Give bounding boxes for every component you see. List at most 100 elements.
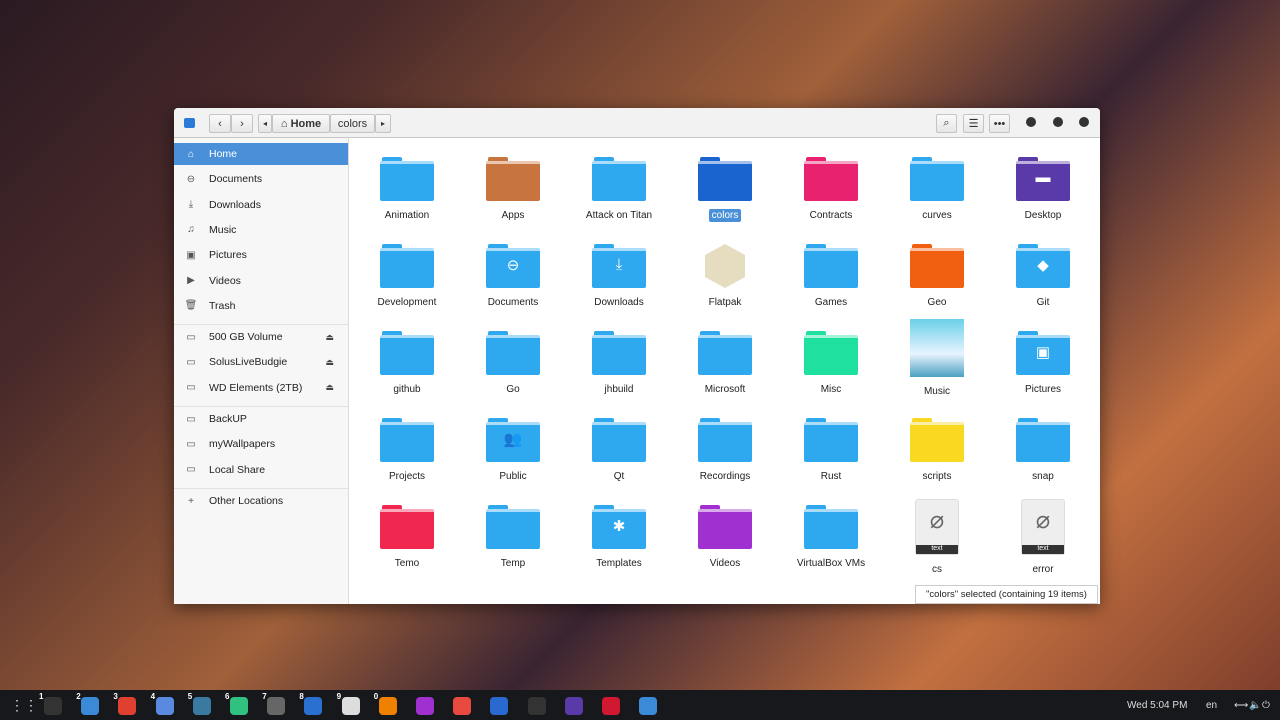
file-item[interactable]: jhbuild bbox=[569, 331, 669, 397]
folder-icon bbox=[592, 418, 646, 462]
sidebar-item-bookmark-1[interactable]: ▭ myWallpapers bbox=[174, 433, 348, 455]
sidebar-item-device-0[interactable]: ▭ 500 GB Volume ⏏ bbox=[174, 326, 348, 348]
file-item[interactable]: Misc bbox=[781, 331, 881, 397]
text-file-icon: ⌀ text bbox=[915, 499, 959, 555]
file-item[interactable]: snap bbox=[993, 418, 1093, 484]
file-item[interactable]: ⌀ text cs bbox=[887, 499, 987, 577]
file-item[interactable]: Attack on Titan bbox=[569, 157, 669, 223]
breadcrumb-colors[interactable]: colors bbox=[330, 114, 375, 133]
close-button[interactable] bbox=[1079, 117, 1089, 127]
taskbar-app[interactable]: 3 bbox=[113, 692, 137, 715]
file-item[interactable]: Temo bbox=[357, 505, 457, 571]
file-item[interactable]: Apps bbox=[463, 157, 563, 223]
sidebar-item-device-2[interactable]: ▭ WD Elements (2TB) ⏏ bbox=[174, 377, 348, 399]
file-name: Flatpak bbox=[708, 297, 742, 308]
file-item[interactable]: ▬ Desktop bbox=[993, 157, 1093, 223]
file-item[interactable]: Go bbox=[463, 331, 563, 397]
file-item[interactable]: ⌀ text error bbox=[993, 499, 1093, 577]
menu-button[interactable]: ••• bbox=[989, 114, 1010, 133]
status-overlay: "colors" selected (containing 19 items) bbox=[915, 585, 1098, 604]
file-name: Contracts bbox=[809, 210, 853, 221]
taskbar-app[interactable] bbox=[602, 697, 620, 715]
sidebar-item-pictures[interactable]: ▣ Pictures bbox=[174, 244, 348, 266]
file-name: Qt bbox=[613, 471, 625, 482]
file-item[interactable]: Qt bbox=[569, 418, 669, 484]
taskbar-app[interactable] bbox=[639, 697, 658, 715]
file-item[interactable]: 👥 Public bbox=[463, 418, 563, 484]
taskbar-app[interactable] bbox=[564, 697, 583, 715]
clock[interactable]: Wed 5:04 PM bbox=[1127, 700, 1187, 711]
shortcut-number: 7 bbox=[262, 692, 267, 701]
file-item[interactable]: Flatpak bbox=[675, 244, 775, 310]
file-item[interactable]: Videos bbox=[675, 505, 775, 571]
sidebar-item-device-1[interactable]: ▭ SolusLiveBudgie ⏏ bbox=[174, 351, 348, 373]
file-item[interactable]: Contracts bbox=[781, 157, 881, 223]
file-item[interactable]: ✱ Templates bbox=[569, 505, 669, 571]
file-item[interactable]: Rust bbox=[781, 418, 881, 484]
path-scroll-left[interactable]: ◂ bbox=[258, 114, 272, 133]
file-item[interactable]: Microsoft bbox=[675, 331, 775, 397]
taskbar-app[interactable]: 7 bbox=[262, 692, 286, 715]
file-item[interactable]: Animation bbox=[357, 157, 457, 223]
taskbar-app[interactable]: 4 bbox=[151, 692, 174, 715]
sidebar-item-trash[interactable]: 🗑 Trash bbox=[174, 295, 348, 317]
file-item[interactable]: curves bbox=[887, 157, 987, 223]
breadcrumb-home[interactable]: ⌂ Home bbox=[272, 114, 330, 133]
sidebar: ⌂ Home ⊖ Documents ⤓ Downloads ♫ Music ▣ Pictures… bbox=[174, 138, 349, 604]
shortcut-number: 3 bbox=[113, 692, 118, 701]
search-button[interactable]: ⌕ bbox=[936, 114, 957, 133]
taskbar-app[interactable]: 8 bbox=[299, 692, 323, 715]
file-item[interactable]: Temp bbox=[463, 505, 563, 571]
volume-icon[interactable]: 🔈 bbox=[1249, 700, 1261, 711]
network-icon[interactable]: ⟷ bbox=[1234, 700, 1248, 711]
power-icon[interactable]: ⏻ bbox=[1262, 700, 1270, 711]
taskbar-app[interactable]: 2 bbox=[76, 692, 100, 715]
file-item[interactable]: VirtualBox VMs bbox=[781, 505, 881, 571]
folder-icon bbox=[486, 505, 540, 549]
file-item[interactable]: Development bbox=[357, 244, 457, 310]
file-item[interactable]: Games bbox=[781, 244, 881, 310]
view-toggle-button[interactable]: ☰ bbox=[963, 114, 984, 133]
sidebar-item-bookmark-2[interactable]: ▭ Local Share bbox=[174, 459, 348, 481]
minimize-button[interactable] bbox=[1026, 117, 1036, 127]
other-locations-icon: + bbox=[188, 495, 194, 507]
folder-icon: ⤓ bbox=[592, 244, 646, 288]
eject-icon[interactable]: ⏏ bbox=[325, 332, 334, 343]
taskbar-app[interactable]: 0 bbox=[374, 692, 397, 715]
language-indicator[interactable]: en bbox=[1206, 700, 1217, 711]
eject-icon[interactable]: ⏏ bbox=[325, 357, 334, 368]
path-scroll-right[interactable]: ▸ bbox=[375, 114, 391, 133]
back-button[interactable]: ‹ bbox=[209, 114, 231, 133]
taskbar-app[interactable] bbox=[416, 697, 434, 715]
taskbar-app[interactable]: 6 bbox=[225, 692, 248, 715]
sidebar-item-downloads[interactable]: ⤓ Downloads bbox=[174, 194, 348, 216]
sidebar-item-documents[interactable]: ⊖ Documents bbox=[174, 168, 348, 190]
taskbar-app[interactable] bbox=[527, 697, 546, 715]
file-item[interactable]: ▣ Pictures bbox=[993, 331, 1093, 397]
file-item[interactable]: github bbox=[357, 331, 457, 397]
sidebar-item-bookmark-0[interactable]: ▭ BackUP bbox=[174, 408, 348, 430]
taskbar-app[interactable]: 9 bbox=[337, 692, 360, 715]
taskbar-app[interactable] bbox=[453, 697, 472, 715]
maximize-button[interactable] bbox=[1053, 117, 1063, 127]
sidebar-item-other-locations[interactable]: + Other Locations bbox=[174, 490, 348, 512]
file-item[interactable]: ◆ Git bbox=[993, 244, 1093, 310]
file-item[interactable]: ⤓ Downloads bbox=[569, 244, 669, 310]
file-name: Pictures bbox=[1024, 384, 1062, 395]
sidebar-item-videos[interactable]: ▶ Videos bbox=[174, 270, 348, 292]
file-item[interactable]: Music bbox=[887, 319, 987, 399]
taskbar-app[interactable] bbox=[490, 697, 509, 715]
app-menu-icon[interactable]: ⋮⋮ bbox=[10, 697, 38, 714]
file-item[interactable]: Geo bbox=[887, 244, 987, 310]
sidebar-item-music[interactable]: ♫ Music bbox=[174, 219, 348, 241]
file-item[interactable]: scripts bbox=[887, 418, 987, 484]
file-item[interactable]: Recordings bbox=[675, 418, 775, 484]
forward-button[interactable]: › bbox=[231, 114, 253, 133]
eject-icon[interactable]: ⏏ bbox=[325, 382, 334, 393]
file-item[interactable]: ⊖ Documents bbox=[463, 244, 563, 310]
file-item[interactable]: colors bbox=[675, 157, 775, 223]
taskbar-app[interactable]: 5 bbox=[188, 692, 211, 715]
taskbar-app[interactable]: 1 bbox=[39, 692, 62, 715]
sidebar-item-home[interactable]: ⌂ Home bbox=[174, 143, 348, 165]
file-item[interactable]: Projects bbox=[357, 418, 457, 484]
